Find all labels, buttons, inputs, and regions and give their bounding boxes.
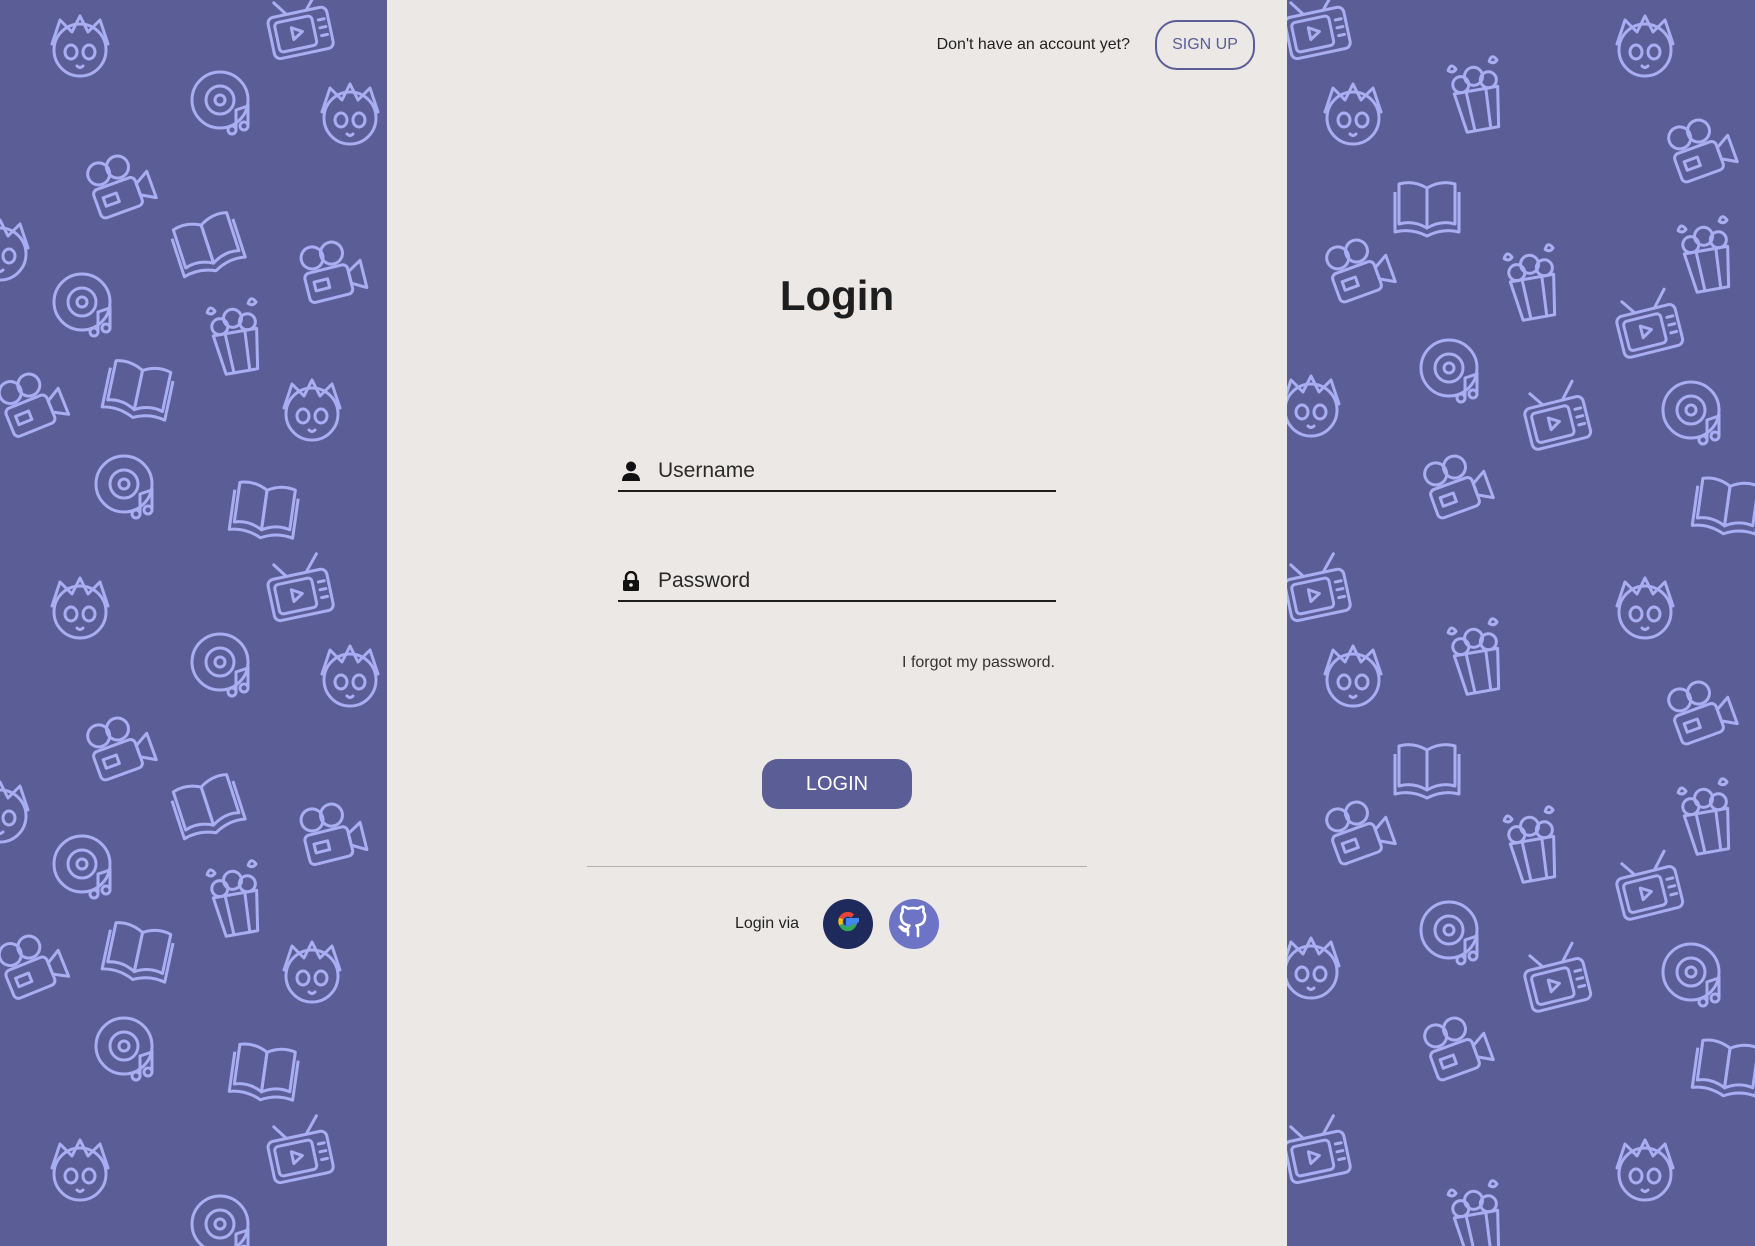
password-field xyxy=(618,562,1056,602)
username-input[interactable] xyxy=(658,459,1038,483)
google-icon xyxy=(833,907,863,942)
user-icon xyxy=(620,460,642,482)
google-login-button[interactable] xyxy=(823,899,874,949)
password-input[interactable] xyxy=(658,569,1038,593)
github-icon xyxy=(896,904,932,945)
background-pattern-left xyxy=(0,0,387,1246)
signup-question: Don't have an account yet? xyxy=(936,36,1130,53)
signup-prompt: Don't have an account yet? SIGN UP xyxy=(937,20,1255,70)
page-title: Login xyxy=(779,272,895,319)
background-pattern-right xyxy=(1287,0,1755,1246)
social-login: Login via xyxy=(387,899,1287,949)
login-via-label: Login via xyxy=(734,915,800,932)
github-login-button[interactable] xyxy=(889,899,940,949)
login-button[interactable]: LOGIN xyxy=(762,759,912,809)
username-field xyxy=(618,452,1056,492)
forgot-password-link[interactable]: I forgot my password. xyxy=(902,654,1055,672)
login-panel: Don't have an account yet? SIGN UP Login… xyxy=(387,0,1287,1246)
divider xyxy=(587,866,1087,867)
lock-icon xyxy=(620,570,642,592)
signup-button[interactable]: SIGN UP xyxy=(1155,20,1255,70)
